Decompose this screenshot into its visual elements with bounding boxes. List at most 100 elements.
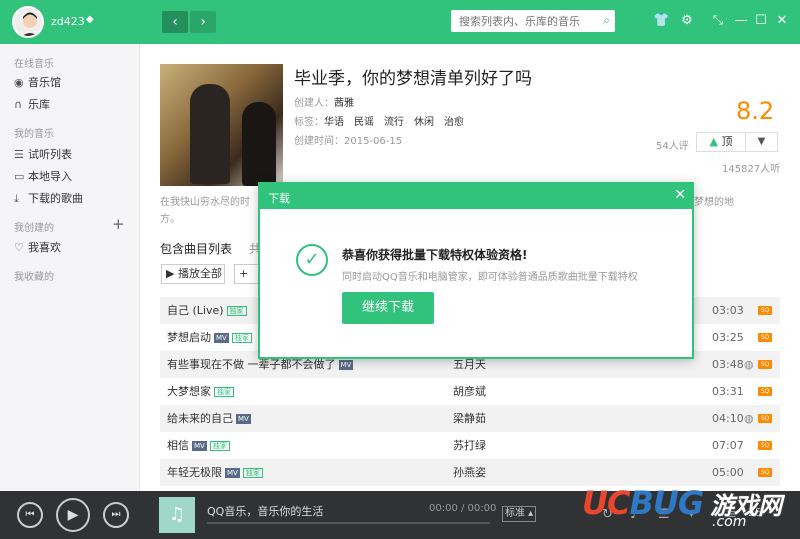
sidebar-item-favorites[interactable]: ♡ 我喜欢: [14, 239, 61, 255]
created-line: 创建时间：2015-06-15: [294, 132, 402, 147]
created-date: 2015-06-15: [344, 136, 403, 147]
mv-badge[interactable]: MV: [192, 441, 207, 451]
sidebar-item-label: 我喜欢: [28, 241, 61, 254]
tag[interactable]: 治愈: [444, 117, 464, 128]
table-row[interactable]: 大梦想家 独家 胡彦斌 03:31 SQ: [160, 378, 780, 405]
next-icon: ⏭: [111, 509, 121, 520]
exclusive-badge: 独家: [209, 441, 230, 451]
song-name: 相信: [167, 439, 189, 452]
sidebar-item-label: 乐库: [28, 98, 50, 111]
sq-badge: SQ: [758, 441, 772, 450]
forward-button[interactable]: ›: [190, 11, 216, 33]
mv-badge[interactable]: MV: [225, 468, 240, 478]
song-duration: 03:03: [712, 304, 744, 317]
sidebar-item-local-import[interactable]: ▭ 本地导入: [14, 168, 72, 184]
table-row[interactable]: 给未来的自己 MV 梁静茹 04:10 ◍ SQ: [160, 405, 780, 432]
creator-label: 创建人：: [294, 98, 334, 109]
playlist-cover: [160, 64, 283, 186]
mv-badge[interactable]: MV: [236, 414, 251, 424]
song-duration: 03:48: [712, 358, 744, 371]
search-icon[interactable]: ⌕: [603, 13, 610, 28]
album-art[interactable]: ♫: [159, 497, 195, 533]
song-artist[interactable]: 苏打绿: [453, 432, 486, 459]
headphones-icon: ∩: [14, 98, 23, 111]
gear-icon[interactable]: ⚙: [679, 13, 695, 28]
dialog-heading: 恭喜你获得批量下载特权体验资格!: [342, 248, 528, 262]
upvote-button[interactable]: ▲ 顶: [696, 132, 746, 152]
song-artist[interactable]: 胡彦斌: [453, 378, 486, 405]
skin-icon[interactable]: 👕: [653, 13, 669, 28]
previous-button[interactable]: ⏮: [17, 502, 43, 528]
search-input[interactable]: [451, 10, 591, 32]
dialog-subtext: 同时启动QQ音乐和电脑管家，即可体验普通品质歌曲批量下载特权: [342, 272, 638, 283]
username[interactable]: zd423: [51, 15, 85, 28]
sidebar: 在线音乐 ◉ 音乐馆 ∩ 乐库 我的音乐 ☰ 试听列表 ▭ 本地导入 ⤓ 下载的歌曲 我创…: [0, 44, 140, 491]
tab-song-list[interactable]: 包含曲目列表: [160, 240, 232, 257]
avatar-icon: [14, 8, 42, 36]
heart-icon: ♡: [14, 241, 24, 254]
mv-badge[interactable]: MV: [214, 333, 229, 343]
downvote-button[interactable]: ▼: [746, 132, 778, 152]
watermark-logo: UCBUG 游戏网 .com: [582, 484, 796, 536]
tag[interactable]: 民谣: [354, 117, 374, 128]
creator-name[interactable]: 茜雅: [334, 98, 354, 109]
play-icon: ▶: [67, 507, 79, 523]
song-name-cell: 相信 MV 独家: [167, 432, 230, 459]
tags-label: 标签：: [294, 117, 324, 128]
song-name: 给未来的自己: [167, 412, 233, 425]
sidebar-section-my-music: 我的音乐: [14, 129, 54, 140]
globe-icon[interactable]: ◍: [744, 405, 754, 432]
tag[interactable]: 华语: [324, 117, 344, 128]
play-all-button[interactable]: ▶ 播放全部: [161, 264, 225, 284]
previous-icon: ⏮: [25, 509, 35, 520]
minimize-icon[interactable]: —: [733, 13, 749, 28]
description-text: 在我快山穷水尽的时: [160, 197, 250, 208]
chevron-right-icon: ›: [200, 14, 206, 30]
sidebar-item-label: 本地导入: [28, 170, 72, 183]
upvote-label: 顶: [721, 135, 733, 148]
song-artist[interactable]: 梁静茹: [453, 405, 486, 432]
sq-badge: SQ: [758, 414, 772, 423]
diamond-icon: ◆: [86, 14, 94, 25]
exclusive-badge: 独家: [226, 306, 247, 316]
tag[interactable]: 休闲: [414, 117, 434, 128]
sq-badge: SQ: [758, 333, 772, 342]
tag[interactable]: 流行: [384, 117, 404, 128]
play-all-label: 播放全部: [177, 267, 222, 280]
play-button[interactable]: ▶: [56, 498, 90, 532]
avatar[interactable]: [12, 6, 44, 38]
quality-label: 标准: [505, 508, 525, 519]
sidebar-section-created: 我创建的: [14, 223, 54, 234]
exclusive-badge: 独家: [242, 468, 263, 478]
mini-mode-icon[interactable]: ⤡: [710, 13, 726, 28]
song-name-cell: 梦想启动 MV 独家: [167, 324, 252, 351]
mv-badge[interactable]: MV: [338, 360, 354, 370]
close-icon[interactable]: ✕: [674, 187, 686, 203]
sq-badge: SQ: [758, 306, 772, 315]
back-button[interactable]: ‹: [162, 11, 188, 33]
add-playlist-icon[interactable]: +: [112, 215, 125, 233]
sq-badge: SQ: [758, 468, 772, 477]
song-name-cell: 大梦想家 独家: [167, 378, 234, 405]
dialog-header: 下载 ✕: [260, 184, 692, 209]
sidebar-item-downloaded[interactable]: ⤓ 下载的歌曲: [14, 190, 83, 206]
sidebar-item-trial-list[interactable]: ☰ 试听列表: [14, 146, 72, 162]
check-circle-icon: ✓: [296, 244, 328, 276]
continue-download-button[interactable]: 继续下载: [342, 292, 434, 324]
quality-select[interactable]: 标准 ▴: [502, 506, 536, 522]
sidebar-item-library[interactable]: ∩ 乐库: [14, 96, 50, 112]
table-row[interactable]: 相信 MV 独家 苏打绿 07:07 SQ: [160, 432, 780, 459]
sidebar-item-music-hall[interactable]: ◉ 音乐馆: [14, 74, 61, 90]
globe-icon[interactable]: ◍: [744, 351, 754, 378]
disc-icon: ◉: [14, 76, 24, 89]
next-button[interactable]: ⏭: [103, 502, 129, 528]
song-artist[interactable]: 孙燕姿: [453, 459, 486, 486]
close-icon[interactable]: ✕: [774, 13, 790, 28]
maximize-icon[interactable]: ☐: [753, 13, 769, 28]
table-row[interactable]: 年轻无极限 MV 独家 孙燕姿 05:00 SQ: [160, 459, 780, 486]
song-name: 大梦想家: [167, 385, 211, 398]
progress-bar[interactable]: [207, 522, 490, 524]
song-name: 自己 (Live): [167, 304, 224, 317]
play-icon: ▶: [166, 267, 175, 280]
sidebar-item-label: 音乐馆: [28, 76, 61, 89]
